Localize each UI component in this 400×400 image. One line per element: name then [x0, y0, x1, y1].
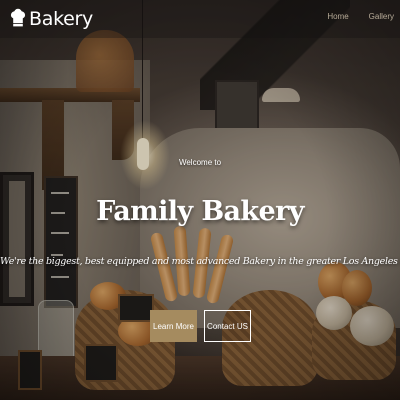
- nav-link-home[interactable]: Home: [327, 12, 348, 21]
- hero-tagline: We're the biggest, best equipped and mos…: [0, 256, 400, 267]
- page: Bakery Home Gallery Welcome to Family Ba…: [0, 0, 400, 400]
- nav-links: Home Gallery: [327, 12, 394, 21]
- hero-title: Family Bakery: [96, 196, 304, 227]
- navbar: Bakery Home Gallery: [0, 0, 400, 38]
- nav-link-gallery[interactable]: Gallery: [369, 12, 394, 21]
- learn-more-button[interactable]: Learn More: [150, 310, 197, 342]
- chef-hat-icon: [10, 8, 26, 27]
- brand-logo-link[interactable]: Bakery: [10, 6, 93, 32]
- hero-section: Welcome to Family Bakery We're the bigge…: [0, 0, 400, 400]
- brand-name: Bakery: [29, 8, 93, 30]
- hero-cta-row: Learn More Contact US: [150, 310, 251, 342]
- hero-welcome-text: Welcome to: [178, 158, 222, 167]
- contact-us-button[interactable]: Contact US: [204, 310, 251, 342]
